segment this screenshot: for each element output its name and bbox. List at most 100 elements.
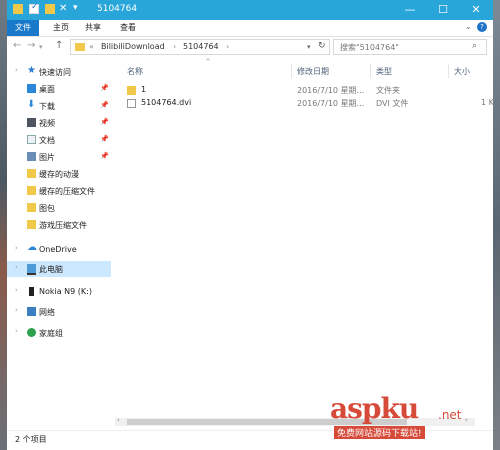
item-count: 2 个项目 xyxy=(15,435,47,444)
sidebar-item-label: 文档 xyxy=(39,136,55,145)
video-icon xyxy=(27,118,36,127)
sidebar-item-cached-anime[interactable]: 缓存的动漫 xyxy=(7,166,111,182)
recent-locations-icon[interactable]: ▾ xyxy=(39,43,43,51)
tab-view[interactable]: 查看 xyxy=(112,20,144,36)
watermark-brand: aspku xyxy=(330,392,419,425)
delete-icon[interactable]: ✕ xyxy=(59,3,69,14)
table-row[interactable]: 1 2016/7/10 星期... 文件夹 xyxy=(125,84,493,97)
column-divider[interactable] xyxy=(370,64,371,78)
desktop-background-left xyxy=(0,0,7,450)
sidebar-item-label: 快速访问 xyxy=(39,68,71,77)
folder-icon xyxy=(13,4,23,14)
sidebar-item-label: 视频 xyxy=(39,119,55,128)
breadcrumb-separator[interactable]: › xyxy=(226,42,229,51)
desktop-icon xyxy=(27,84,36,93)
sidebar-item-nokia-n9[interactable]: › Nokia N9 (K:) xyxy=(7,284,111,300)
table-row[interactable]: 5104764.dvi 2016/7/10 星期... DVI 文件 1 KB xyxy=(125,97,493,110)
document-icon xyxy=(27,135,36,144)
sidebar-item-game-archives[interactable]: 游戏压缩文件 xyxy=(7,217,111,233)
sidebar-item-cached-archives[interactable]: 缓存的压缩文件 xyxy=(7,183,111,199)
picture-icon xyxy=(27,152,36,161)
tab-file[interactable]: 文件 xyxy=(7,20,39,36)
maximize-button[interactable]: ☐ xyxy=(427,0,459,20)
expand-icon[interactable]: › xyxy=(15,244,18,252)
file-icon xyxy=(127,99,136,108)
expand-ribbon-icon[interactable]: ⌄ xyxy=(465,22,472,31)
pin-icon: 📌 xyxy=(100,101,109,109)
sidebar-item-homegroup[interactable]: › 家庭组 xyxy=(7,325,111,341)
expand-icon[interactable]: › xyxy=(15,286,18,294)
pin-icon: 📌 xyxy=(100,84,109,92)
column-header-date[interactable]: 修改日期 xyxy=(297,66,329,77)
refresh-icon[interactable]: ↻ xyxy=(318,41,326,51)
breadcrumb-separator[interactable]: › xyxy=(173,42,176,51)
back-arrow-icon[interactable]: ← xyxy=(13,40,21,51)
column-divider[interactable] xyxy=(291,64,292,78)
sidebar-item-label: OneDrive xyxy=(39,245,77,254)
close-button[interactable]: ✕ xyxy=(460,0,492,20)
file-date: 2016/7/10 星期... xyxy=(297,99,365,108)
navigation-bar: ← → ▾ ↑ « BilibiliDownload › 5104764 › ▾… xyxy=(7,38,493,58)
navigation-pane: › ★ 快速访问 桌面 📌 ⬇ 下载 📌 视频 📌 文档 📌 图片 📌 缓存的动… xyxy=(7,60,111,430)
search-input[interactable]: 搜索"5104764" ⌕ xyxy=(333,39,487,55)
file-date: 2016/7/10 星期... xyxy=(297,86,365,95)
expand-icon[interactable]: › xyxy=(15,66,18,74)
sidebar-item-documents[interactable]: 文档 📌 xyxy=(7,132,111,148)
sidebar-item-image-pack[interactable]: 图包 xyxy=(7,200,111,216)
breadcrumb-current[interactable]: 5104764 xyxy=(183,42,219,51)
folder-icon xyxy=(75,43,85,51)
minimize-button[interactable]: — xyxy=(394,0,426,20)
sidebar-item-label: 家庭组 xyxy=(39,329,63,338)
sidebar-item-network[interactable]: › 网络 xyxy=(7,304,111,320)
sidebar-item-label: 缓存的压缩文件 xyxy=(39,187,95,196)
folder-icon xyxy=(27,186,36,195)
column-divider[interactable] xyxy=(448,64,449,78)
breadcrumb-bilibilidownload[interactable]: BilibiliDownload xyxy=(101,42,165,51)
pin-icon: 📌 xyxy=(100,152,109,160)
sort-ascending-icon: ^ xyxy=(205,58,211,66)
sidebar-item-label: 网络 xyxy=(39,308,55,317)
forward-arrow-icon[interactable]: → xyxy=(27,40,35,51)
sidebar-item-label: 此电脑 xyxy=(39,265,63,274)
up-arrow-icon[interactable]: ↑ xyxy=(55,40,63,51)
file-name: 5104764.dvi xyxy=(141,98,192,107)
file-name: 1 xyxy=(141,85,147,94)
column-header-type[interactable]: 类型 xyxy=(376,66,392,77)
sidebar-item-downloads[interactable]: ⬇ 下载 📌 xyxy=(7,98,111,114)
title-bar[interactable]: ✕ ▾ 5104764 — ☐ ✕ xyxy=(7,0,493,20)
expand-icon[interactable]: › xyxy=(15,263,18,271)
column-header-size[interactable]: 大小 xyxy=(454,66,470,77)
expand-icon[interactable]: › xyxy=(15,306,18,314)
tab-share[interactable]: 共享 xyxy=(77,20,109,36)
scroll-left-icon[interactable]: ‹ xyxy=(117,416,120,424)
window-title: 5104764 xyxy=(97,4,138,14)
address-bar[interactable]: « BilibiliDownload › 5104764 › ▾ ↻ xyxy=(70,39,330,55)
sidebar-item-onedrive[interactable]: › ☁ OneDrive xyxy=(7,242,111,258)
sidebar-item-pictures[interactable]: 图片 📌 xyxy=(7,149,111,165)
column-header-name[interactable]: 名称 xyxy=(127,66,143,77)
site-watermark: aspku .net 免费网站源码下载站! xyxy=(330,392,490,442)
expand-icon[interactable]: › xyxy=(15,327,18,335)
sidebar-item-label: 图片 xyxy=(39,153,55,162)
sidebar-item-label: Nokia N9 (K:) xyxy=(39,287,92,296)
sidebar-item-quick-access[interactable]: › ★ 快速访问 xyxy=(7,64,111,80)
help-icon[interactable]: ? xyxy=(477,22,487,32)
watermark-tagline: 免费网站源码下载站! xyxy=(334,426,425,439)
folder-icon xyxy=(127,86,136,95)
ribbon-tabs: 文件 主页 共享 查看 ⌄ ? xyxy=(7,20,493,37)
search-icon[interactable]: ⌕ xyxy=(472,41,477,51)
file-type: DVI 文件 xyxy=(376,99,409,108)
sidebar-item-this-pc[interactable]: › 此电脑 xyxy=(7,261,111,277)
phone-icon xyxy=(29,287,34,296)
breadcrumb-overflow[interactable]: « xyxy=(89,42,94,51)
address-dropdown-icon[interactable]: ▾ xyxy=(307,43,311,51)
sidebar-item-desktop[interactable]: 桌面 📌 xyxy=(7,81,111,97)
file-size: 1 KB xyxy=(481,98,493,107)
sidebar-item-label: 缓存的动漫 xyxy=(39,170,79,179)
new-folder-icon[interactable] xyxy=(45,4,55,14)
properties-icon[interactable] xyxy=(29,2,39,14)
tab-home[interactable]: 主页 xyxy=(45,20,77,36)
sidebar-item-label: 游戏压缩文件 xyxy=(39,221,87,230)
customize-toolbar-icon[interactable]: ▾ xyxy=(73,3,83,13)
sidebar-item-videos[interactable]: 视频 📌 xyxy=(7,115,111,131)
